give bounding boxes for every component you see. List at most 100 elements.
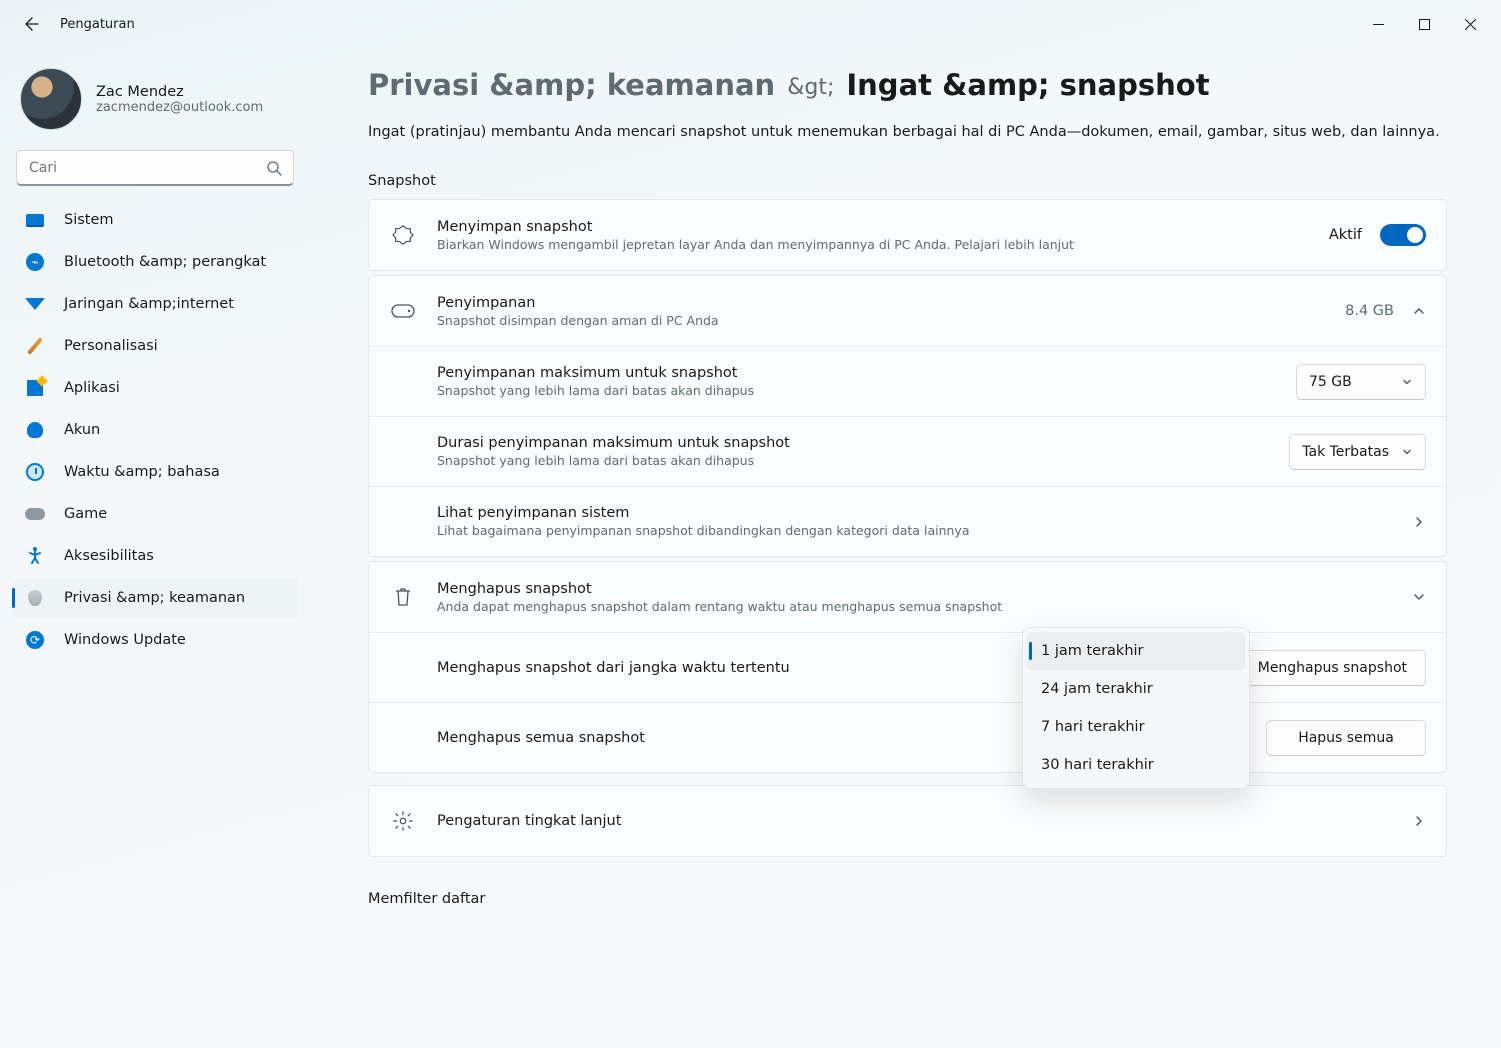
app-title: Pengaturan (60, 17, 135, 32)
back-button[interactable] (12, 4, 52, 44)
advanced-title: Pengaturan tingkat lanjut (437, 813, 1412, 829)
sidebar-nav: Sistem ⌁ Bluetooth &amp; perangkat Jaring… (12, 200, 298, 660)
gear-icon (389, 807, 417, 835)
clock-icon (24, 461, 46, 483)
sidebar-item-bluetooth[interactable]: ⌁ Bluetooth &amp; perangkat (12, 242, 298, 282)
snapshot-icon (389, 221, 417, 249)
dropdown-item-7d[interactable]: 7 hari terakhir (1027, 708, 1245, 746)
storage-used: 8.4 GB (1345, 303, 1394, 319)
dropdown-item-24h[interactable]: 24 jam terakhir (1027, 670, 1245, 708)
breadcrumb-parent[interactable]: Privasi &amp; keamanan (368, 68, 775, 102)
section-filter-label: Memfilter daftar (368, 891, 1447, 907)
view-storage-desc: Lihat bagaimana penyimpanan snapshot dib… (437, 523, 1412, 538)
page-title: Ingat &amp; snapshot (846, 68, 1209, 102)
sidebar-item-apps[interactable]: Aplikasi (12, 368, 298, 408)
sidebar-item-personalization[interactable]: Personalisasi (12, 326, 298, 366)
search-input[interactable] (16, 150, 294, 186)
sidebar-item-label: Windows Update (64, 632, 186, 648)
avatar (20, 68, 82, 130)
trash-icon (389, 583, 417, 611)
delete-range-button[interactable]: Menghapus snapshot (1239, 650, 1426, 686)
minimize-button[interactable] (1355, 4, 1401, 44)
chevron-right-icon (1412, 515, 1426, 529)
update-icon: ⟳ (24, 629, 46, 651)
save-snapshots-card: Menyimpan snapshot Biarkan Windows menga… (368, 199, 1447, 271)
delete-all-button[interactable]: Hapus semua (1266, 720, 1426, 756)
max-duration-select[interactable]: Tak Terbatas (1289, 434, 1426, 470)
storage-icon (389, 297, 417, 325)
profile-block[interactable]: Zac Mendez zacmendez@outlook.com (12, 58, 298, 148)
user-email: zacmendez@outlook.com (96, 100, 263, 115)
bluetooth-icon: ⌁ (24, 251, 46, 273)
section-snapshot-label: Snapshot (368, 173, 1447, 189)
close-button[interactable] (1447, 4, 1493, 44)
chevron-right-icon: &gt; (787, 75, 834, 100)
delete-group: Menghapus snapshot Anda dapat menghapus … (368, 561, 1447, 773)
search-icon (266, 160, 282, 176)
max-storage-row: Penyimpanan maksimum untuk snapshot Snap… (369, 346, 1446, 416)
maximize-button[interactable] (1401, 4, 1447, 44)
dropdown-item-30d[interactable]: 30 hari terakhir (1027, 746, 1245, 784)
sidebar-item-label: Jaringan &amp;internet (64, 296, 234, 312)
chevron-up-icon (1412, 304, 1426, 318)
sidebar-item-label: Aksesibilitas (64, 548, 154, 564)
sidebar-item-accessibility[interactable]: Aksesibilitas (12, 536, 298, 576)
sidebar-item-label: Aplikasi (64, 380, 120, 396)
gamepad-icon (24, 503, 46, 525)
storage-group: Penyimpanan Snapshot disimpan dengan ama… (368, 275, 1447, 557)
minimize-icon (1373, 19, 1384, 30)
save-snapshots-row: Menyimpan snapshot Biarkan Windows menga… (369, 200, 1446, 270)
max-duration-row: Durasi penyimpanan maksimum untuk snapsh… (369, 416, 1446, 486)
sidebar-item-system[interactable]: Sistem (12, 200, 298, 240)
chevron-down-icon (1401, 446, 1413, 458)
max-storage-select[interactable]: 75 GB (1296, 364, 1426, 400)
sidebar-item-time[interactable]: Waktu &amp; bahasa (12, 452, 298, 492)
save-snapshots-toggle[interactable] (1380, 224, 1426, 246)
user-icon (24, 419, 46, 441)
sidebar-item-label: Game (64, 506, 107, 522)
sidebar-item-accounts[interactable]: Akun (12, 410, 298, 450)
delete-all-row: Menghapus semua snapshot Hapus semua (369, 702, 1446, 772)
window-controls (1355, 4, 1493, 44)
advanced-row[interactable]: Pengaturan tingkat lanjut (369, 786, 1446, 856)
arrow-left-icon (24, 16, 40, 32)
page-description: Ingat (pratinjau) membantu Anda mencari … (368, 122, 1447, 143)
maximize-icon (1419, 19, 1430, 30)
sidebar-item-gaming[interactable]: Game (12, 494, 298, 534)
close-icon (1465, 19, 1476, 30)
delete-range-title: Menghapus snapshot dari jangka waktu ter… (437, 660, 999, 676)
delete-desc: Anda dapat menghapus snapshot dalam rent… (437, 599, 1412, 614)
max-storage-value: 75 GB (1309, 374, 1352, 390)
user-name: Zac Mendez (96, 84, 263, 100)
wifi-icon (24, 293, 46, 315)
toggle-state-label: Aktif (1329, 227, 1362, 243)
max-duration-value: Tak Terbatas (1302, 444, 1389, 460)
advanced-card: Pengaturan tingkat lanjut (368, 785, 1447, 857)
sidebar-item-label: Bluetooth &amp; perangkat (64, 254, 266, 270)
chevron-down-icon (1412, 590, 1426, 604)
storage-row[interactable]: Penyimpanan Snapshot disimpan dengan ama… (369, 276, 1446, 346)
time-range-dropdown: 1 jam terakhir 24 jam terakhir 7 hari te… (1022, 627, 1250, 789)
delete-row[interactable]: Menghapus snapshot Anda dapat menghapus … (369, 562, 1446, 632)
storage-desc: Snapshot disimpan dengan aman di PC Anda (437, 313, 1345, 328)
view-system-storage-row[interactable]: Lihat penyimpanan sistem Lihat bagaimana… (369, 486, 1446, 556)
delete-range-row: Menghapus snapshot dari jangka waktu ter… (369, 632, 1446, 702)
max-storage-title: Penyimpanan maksimum untuk snapshot (437, 365, 1296, 381)
sidebar-item-network[interactable]: Jaringan &amp;internet (12, 284, 298, 324)
sidebar-item-label: Sistem (64, 212, 114, 228)
chevron-right-icon (1412, 814, 1426, 828)
shield-icon (24, 587, 46, 609)
chevron-down-icon (1401, 376, 1413, 388)
max-duration-desc: Snapshot yang lebih lama dari batas akan… (437, 453, 1289, 468)
accessibility-icon (24, 545, 46, 567)
search-box (16, 150, 294, 186)
save-snapshots-title: Menyimpan snapshot (437, 219, 1329, 235)
sidebar-item-privacy[interactable]: Privasi &amp; keamanan (12, 578, 298, 618)
dropdown-item-1h[interactable]: 1 jam terakhir (1027, 632, 1245, 670)
sidebar-item-update[interactable]: ⟳ Windows Update (12, 620, 298, 660)
save-snapshots-desc: Biarkan Windows mengambil jepretan layar… (437, 237, 1329, 252)
max-duration-title: Durasi penyimpanan maksimum untuk snapsh… (437, 435, 1289, 451)
view-storage-title: Lihat penyimpanan sistem (437, 505, 1412, 521)
apps-icon (24, 377, 46, 399)
brush-icon (24, 335, 46, 357)
